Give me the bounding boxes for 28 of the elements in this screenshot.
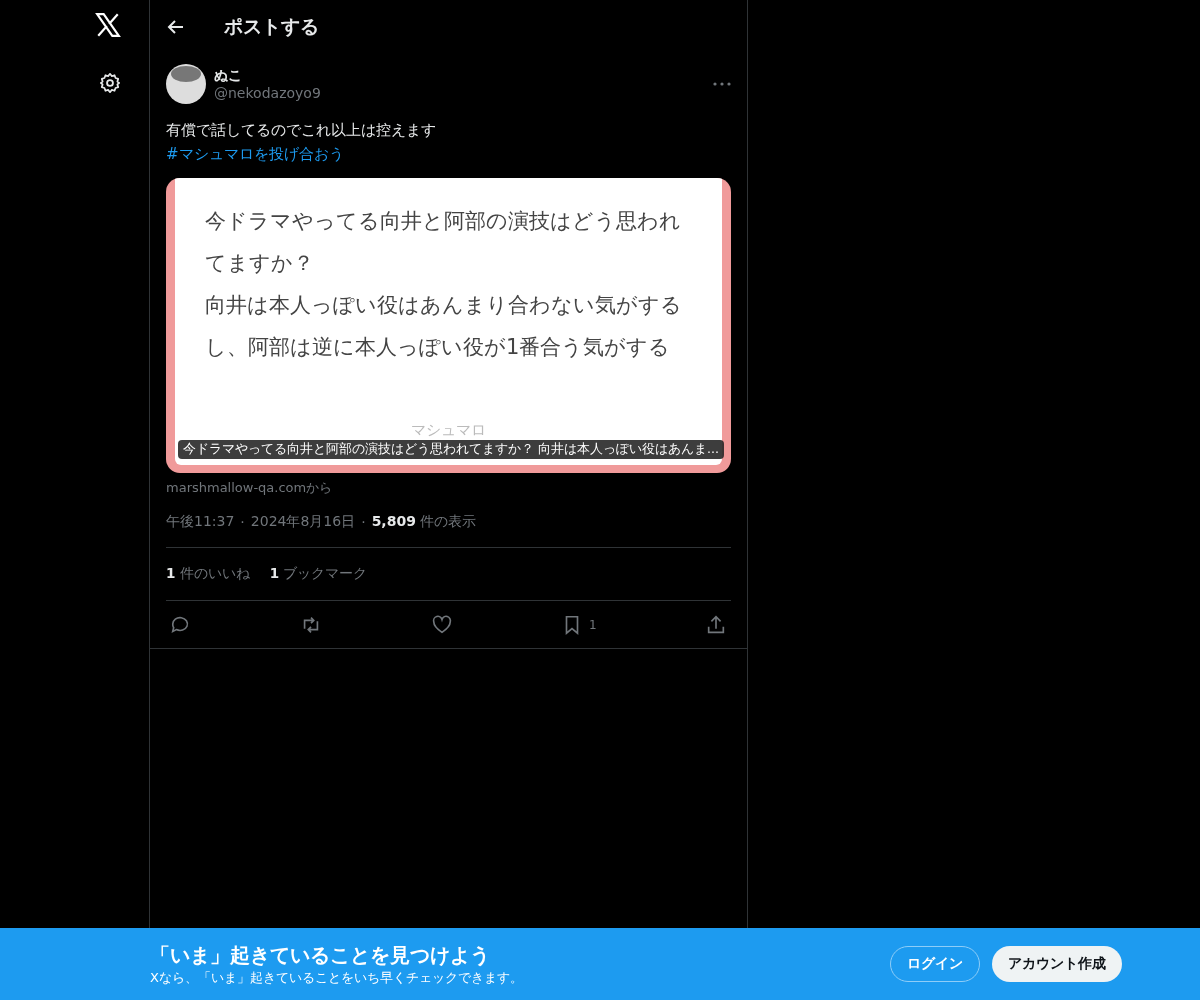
stat-link[interactable]: 1 ブックマーク [269, 565, 368, 583]
like-button[interactable] [430, 613, 453, 636]
source-link[interactable]: marshmallow-qa.comから [166, 479, 731, 497]
settings-icon[interactable] [99, 72, 121, 94]
view-count: 5,809 件の表示 [371, 513, 477, 531]
link-card[interactable]: 今ドラマやってる向井と阿部の演技はどう思われてますか？ 向井は本人っぽい役はあんまり合わない気がするし、阿部は逆に本人っぽい役が1番合う気がする マシュマロ 今ドラマやってる向井と阿部の演技はどう思われてますか？ 向井は本人っぽい役はあんま... [166, 178, 731, 473]
signup-button[interactable]: アカウント作成 [992, 946, 1122, 982]
heart-icon [430, 613, 453, 636]
user-name[interactable]: ぬこ [214, 67, 705, 85]
post-time[interactable]: 午後11:37 [166, 513, 235, 531]
user-handle[interactable]: @nekodazoyo9 [214, 85, 705, 101]
post-text: 有償で話してるのでこれ以上は控えます [166, 121, 436, 139]
card-caption: 今ドラマやってる向井と阿部の演技はどう思われてますか？ 向井は本人っぽい役はあんま... [178, 440, 724, 459]
question-text: 向井は本人っぽい役はあんまり合わない気がするし、阿部は逆に本人っぽい役が1番合う気がする [205, 292, 683, 361]
more-icon[interactable] [713, 82, 731, 86]
avatar[interactable] [166, 64, 206, 104]
x-logo-icon[interactable] [95, 12, 121, 38]
question-text: 今ドラマやってる向井と阿部の演技はどう思われてますか？ [205, 208, 682, 277]
separator-dot: · [240, 514, 245, 530]
brand-text: マシュマロ [411, 421, 486, 440]
separator-dot: · [361, 514, 366, 530]
post-date[interactable]: 2024年8月16日 [250, 513, 356, 531]
banner-title: 「いま」起きていることを見つけよう [150, 941, 491, 969]
page-title: ポストする [224, 14, 319, 39]
banner-subtitle: Xなら、「いま」起きていることをいち早くチェックできます。 [150, 968, 524, 987]
stat-link[interactable]: 1 件のいいね [166, 565, 250, 583]
hashtag-link[interactable]: #マシュマロを投げ合おう [166, 142, 731, 166]
bookmark-button[interactable]: 1 [561, 613, 597, 636]
